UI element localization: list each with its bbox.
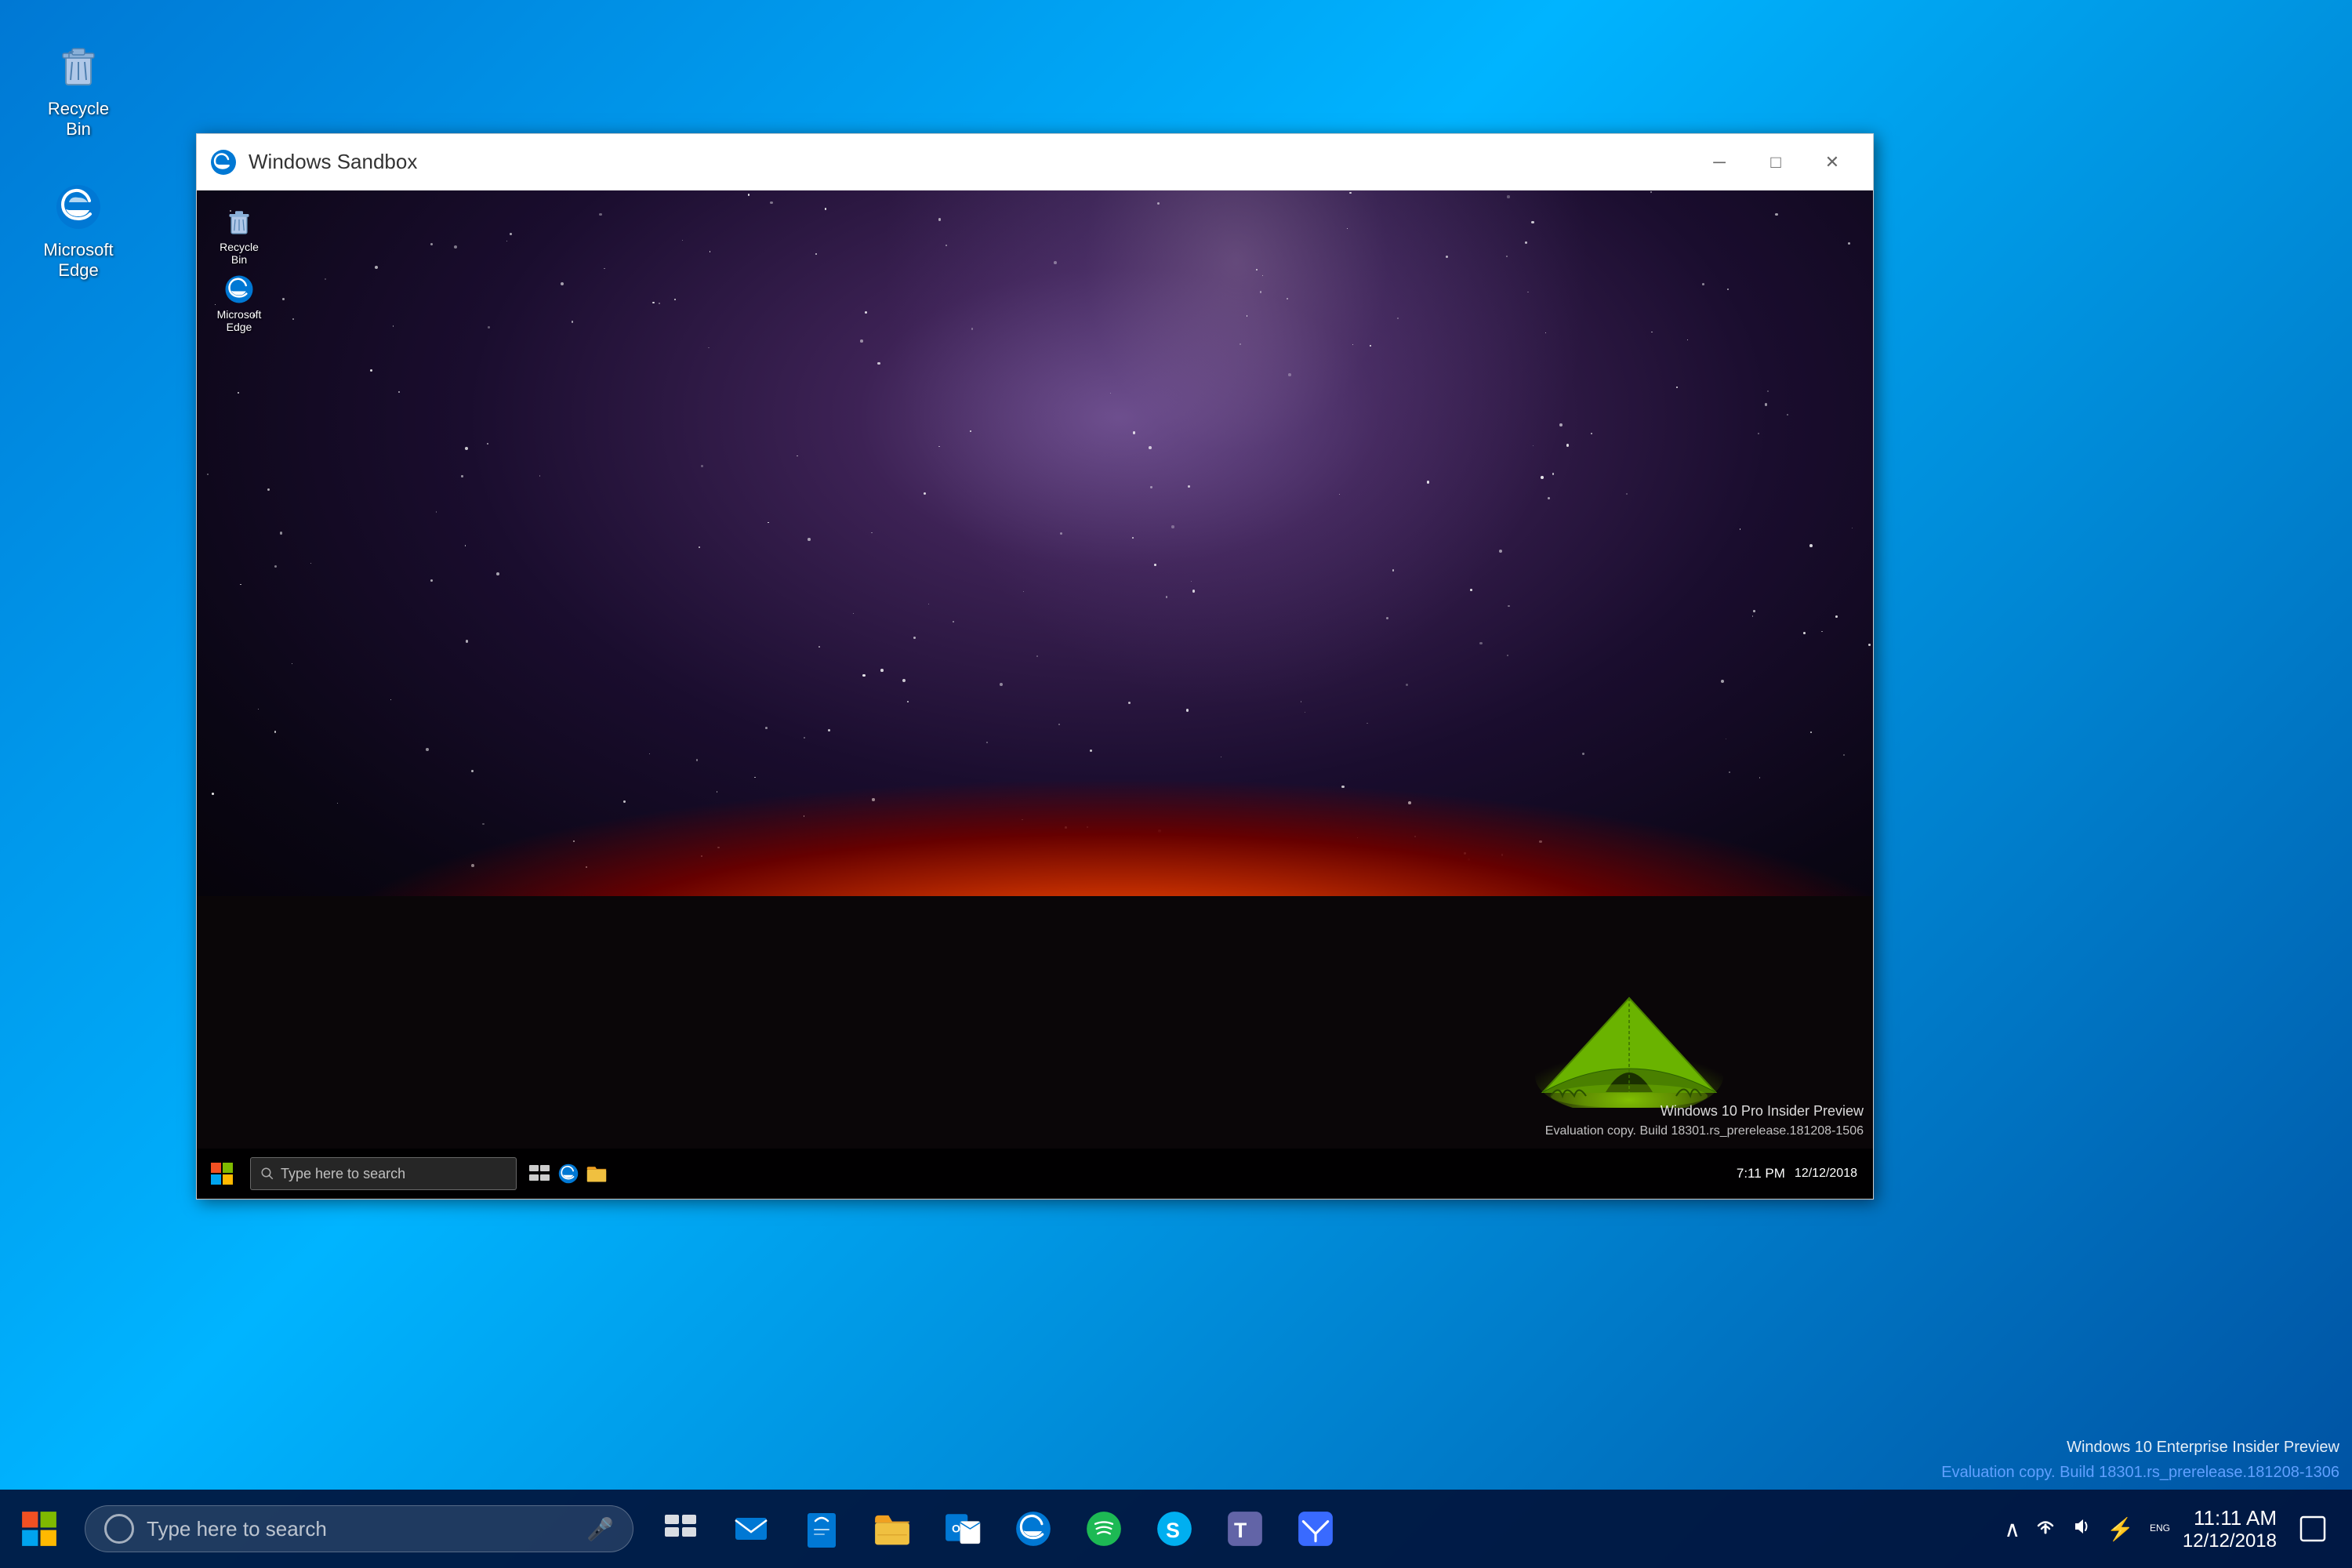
sandbox-search-bar[interactable]: Type here to search	[250, 1157, 517, 1190]
svg-text:S: S	[1166, 1519, 1180, 1542]
eval-line2: Evaluation copy. Build 18301.rs_prerelea…	[1941, 1460, 2339, 1485]
sandbox-recycle-bin-icon[interactable]: Recycle Bin	[208, 201, 270, 269]
minimize-button[interactable]: ─	[1691, 134, 1748, 191]
edge-label: Microsoft Edge	[38, 240, 119, 281]
sandbox-edge-image	[222, 272, 256, 307]
eval-line1: Windows 10 Enterprise Insider Preview	[1941, 1435, 2339, 1460]
recycle-bin-label: Recycle Bin	[38, 99, 119, 140]
close-button[interactable]: ✕	[1804, 134, 1860, 191]
sandbox-desktop-content: Recycle Bin Microsoft Edge Windows 10 Pr	[197, 191, 1873, 1199]
sandbox-window: Windows Sandbox ─ □ ✕	[196, 133, 1874, 1200]
sandbox-eval-text: Windows 10 Pro Insider Preview Evaluatio…	[1545, 1101, 1864, 1141]
maximize-button[interactable]: □	[1748, 134, 1804, 191]
recycle-bin-icon[interactable]: Recycle Bin	[31, 31, 125, 146]
battery-icon[interactable]: ⚡	[2107, 1516, 2134, 1542]
sandbox-title-icon	[209, 148, 238, 176]
sandbox-system-tray: 7:11 PM 12/12/2018	[1721, 1149, 1873, 1199]
network-icon[interactable]	[2034, 1515, 2056, 1543]
spotify-button[interactable]	[1073, 1497, 1135, 1560]
clock-time: 11:11 AM	[2194, 1506, 2277, 1530]
sandbox-edge-label: Microsoft Edge	[211, 308, 267, 333]
sandbox-desktop: Recycle Bin Microsoft Edge Windows 10 Pr	[197, 191, 1873, 1199]
sandbox-clock-date: 12/12/2018	[1795, 1165, 1857, 1182]
sandbox-clock-time: 7:11 PM	[1737, 1164, 1785, 1183]
skype-button[interactable]: S	[1143, 1497, 1206, 1560]
edge-image	[50, 179, 107, 235]
eval-banner: Windows 10 Enterprise Insider Preview Ev…	[1941, 1435, 2352, 1485]
sandbox-edge-icon[interactable]: Microsoft Edge	[208, 269, 270, 336]
start-button[interactable]	[0, 1490, 78, 1568]
yammer-button[interactable]	[1284, 1497, 1347, 1560]
store-button[interactable]	[790, 1497, 853, 1560]
clock-date: 12/12/2018	[2183, 1530, 2277, 1552]
sandbox-taskbar: Type here to search	[197, 1149, 1873, 1199]
teams-button[interactable]: T	[1214, 1497, 1276, 1560]
tray-icons: ∧ ⚡ ENG	[2005, 1515, 2170, 1543]
microphone-icon[interactable]: 🎤	[586, 1516, 614, 1542]
microsoft-edge-icon[interactable]: Microsoft Edge	[31, 172, 125, 287]
language-icon[interactable]: ENG	[2148, 1515, 2170, 1543]
file-explorer-button[interactable]	[861, 1497, 924, 1560]
desktop: Recycle Bin Microsoft Edge Windows Sandb…	[0, 0, 2352, 1568]
window-title: Windows Sandbox	[249, 150, 1691, 174]
sandbox-eval-line2: Evaluation copy. Build 18301.rs_prerelea…	[1545, 1122, 1864, 1141]
sandbox-start-button[interactable]	[197, 1149, 247, 1199]
outlook-button[interactable]: O	[931, 1497, 994, 1560]
search-placeholder: Type here to search	[147, 1517, 327, 1541]
svg-text:ENG: ENG	[2150, 1523, 2170, 1534]
chevron-up-icon[interactable]: ∧	[2005, 1516, 2021, 1542]
search-bar[interactable]: Type here to search 🎤	[85, 1505, 633, 1552]
sandbox-eval-line1: Windows 10 Pro Insider Preview	[1545, 1101, 1864, 1122]
main-taskbar: Type here to search 🎤	[0, 1490, 2352, 1568]
sandbox-search-placeholder: Type here to search	[281, 1166, 405, 1182]
svg-text:O: O	[952, 1523, 960, 1535]
sandbox-recycle-label: Recycle Bin	[211, 241, 267, 266]
task-view-button[interactable]	[649, 1497, 712, 1560]
window-titlebar: Windows Sandbox ─ □ ✕	[197, 134, 1873, 191]
edge-taskbar-button[interactable]	[1002, 1497, 1065, 1560]
window-controls: ─ □ ✕	[1691, 134, 1860, 191]
svg-text:T: T	[1234, 1519, 1247, 1542]
sound-icon[interactable]	[2071, 1515, 2092, 1543]
recycle-bin-image	[50, 38, 107, 94]
taskbar-app-icons: O	[649, 1497, 1347, 1560]
system-tray: ∧ ⚡ ENG	[1989, 1490, 2352, 1568]
tent	[1519, 951, 1739, 1108]
notification-button[interactable]	[2289, 1505, 2336, 1552]
search-circle-icon	[104, 1514, 134, 1544]
sandbox-recycle-bin-image	[222, 205, 256, 239]
sandbox-taskbar-icons	[529, 1163, 608, 1185]
clock[interactable]: 11:11 AM 12/12/2018	[2183, 1506, 2277, 1552]
mail-button[interactable]	[720, 1497, 782, 1560]
